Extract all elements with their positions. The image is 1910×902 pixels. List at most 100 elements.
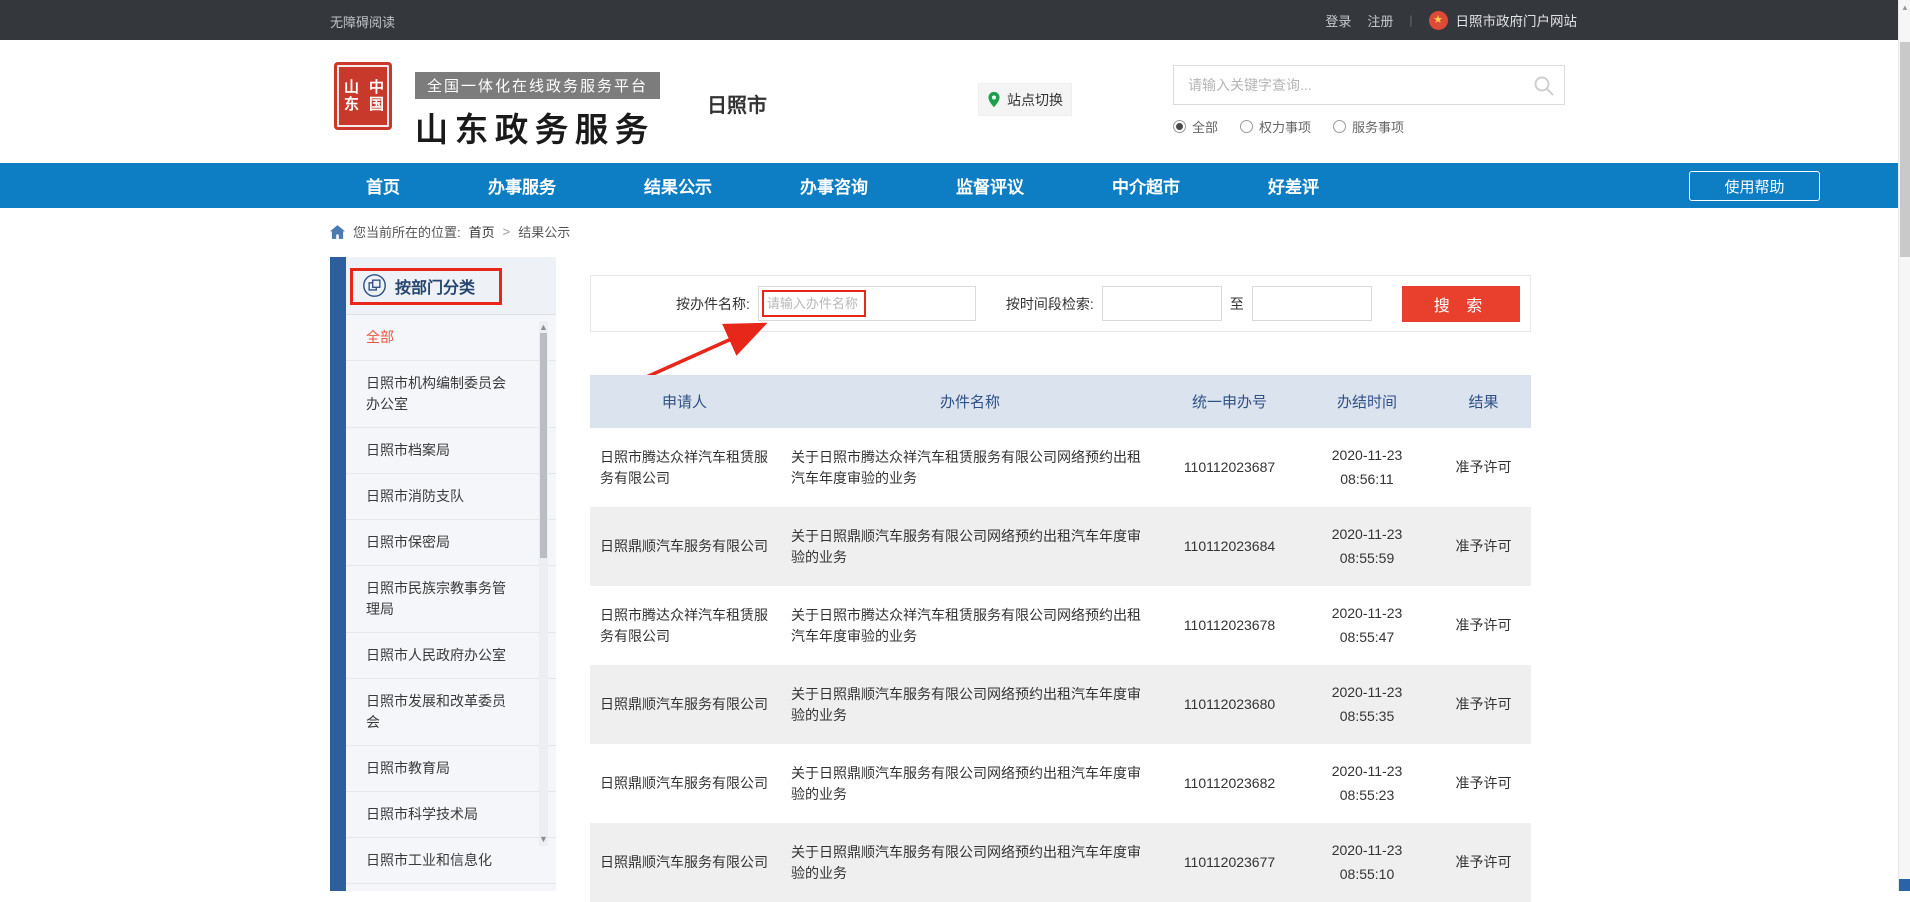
login-link[interactable]: 登录 [1325,11,1351,30]
breadcrumb-home-link[interactable]: 首页 [469,222,495,241]
sidebar-item-9[interactable]: 日照市科学技术局 [346,792,556,838]
site-header: 山东 中国 全国一体化在线政务服务平台 山东政务服务 日照市 站点切换 全部 权… [0,40,1910,163]
cell-case-name: 关于日照鼎顺汽车服务有限公司网络预约出租汽车年度审验的业务 [779,665,1161,744]
filter-panel: 按办件名称: 按时间段检索: 至 搜 索 [590,275,1531,332]
cell-applicant: 日照鼎顺汽车服务有限公司 [590,744,779,823]
results-table: 申请人 办件名称 统一申办号 办结时间 结果 日照市腾达众祥汽车租赁服务有限公司… [590,375,1531,902]
table-row[interactable]: 日照鼎顺汽车服务有限公司 关于日照鼎顺汽车服务有限公司网络预约出租汽车年度审验的… [590,744,1531,823]
site-switch-label: 站点切换 [1007,90,1063,110]
cell-applicant: 日照市腾达众祥汽车租赁服务有限公司 [590,586,779,665]
cell-result: 准予许可 [1436,428,1531,507]
col-result: 结果 [1436,375,1531,428]
col-apply-no: 统一申办号 [1161,375,1298,428]
location-pin-icon [987,91,1001,108]
scope-power-label: 权力事项 [1259,117,1311,136]
cell-result: 准予许可 [1436,507,1531,586]
accessibility-link[interactable]: 无障碍阅读 [330,12,395,31]
sidebar-item-all[interactable]: 全部 [346,315,556,361]
search-icon[interactable] [1532,74,1556,98]
brand-block: 全国一体化在线政务服务平台 山东政务服务 [415,72,660,151]
sidebar-item-10[interactable]: 日照市工业和信息化 [346,838,556,884]
sidebar-scrollbar[interactable]: ▲ ▼ [539,321,548,846]
cell-case-name: 关于日照鼎顺汽车服务有限公司网络预约出租汽车年度审验的业务 [779,507,1161,586]
nav-menu: 首页 办事服务 结果公示 办事咨询 监督评议 中介超市 好差评 [360,163,1325,208]
site-switch-button[interactable]: 站点切换 [978,83,1072,116]
sidebar-item-2[interactable]: 日照市档案局 [346,428,556,474]
register-link[interactable]: 注册 [1367,11,1393,30]
help-button[interactable]: 使用帮助 [1689,171,1820,201]
table-row[interactable]: 日照鼎顺汽车服务有限公司 关于日照鼎顺汽车服务有限公司网络预约出租汽车年度审验的… [590,507,1531,586]
sidebar-item-6[interactable]: 日照市人民政府办公室 [346,633,556,679]
annotation-box-sidebar [350,268,502,305]
sidebar-item-4[interactable]: 日照市保密局 [346,520,556,566]
cell-finish-time: 2020-11-2308:55:47 [1298,586,1436,665]
sidebar-item-7[interactable]: 日照市发展和改革委员会 [346,679,556,746]
topbar-right-group: 登录 注册 | ★ 日照市政府门户网站 [1325,0,1577,40]
cell-applicant: 日照鼎顺汽车服务有限公司 [590,823,779,902]
cell-result: 准予许可 [1436,586,1531,665]
scroll-up-icon[interactable]: ▲ [539,323,548,332]
scrollbar-up-icon[interactable]: ▲ [1899,3,1910,12]
cell-finish-time: 2020-11-2308:55:35 [1298,665,1436,744]
nav-item-supervision[interactable]: 监督评议 [950,173,1030,198]
scroll-down-icon[interactable]: ▼ [539,835,548,844]
sidebar-item-8[interactable]: 日照市教育局 [346,746,556,792]
date-to-input[interactable] [1252,286,1372,321]
radio-icon [1333,120,1346,133]
cell-case-name: 关于日照鼎顺汽车服务有限公司网络预约出租汽车年度审验的业务 [779,744,1161,823]
cell-case-name: 关于日照鼎顺汽车服务有限公司网络预约出租汽车年度审验的业务 [779,823,1161,902]
nav-item-consult[interactable]: 办事咨询 [794,173,874,198]
keyword-search-input[interactable] [1174,66,1564,104]
shandong-seal-logo: 山东 中国 [334,62,392,130]
portal-link[interactable]: ★ 日照市政府门户网站 [1429,10,1578,30]
cell-finish-time: 2020-11-2308:55:59 [1298,507,1436,586]
col-applicant: 申请人 [590,375,779,428]
date-to-wrap [1252,286,1372,321]
table-row[interactable]: 日照鼎顺汽车服务有限公司 关于日照鼎顺汽车服务有限公司网络预约出租汽车年度审验的… [590,665,1531,744]
topbar-divider: | [1409,13,1412,27]
time-filter-label: 按时间段检索: [1006,294,1094,314]
cell-result: 准予许可 [1436,665,1531,744]
breadcrumb-separator: > [503,224,511,239]
page-scrollbar[interactable]: ▲ [1898,0,1910,891]
cell-apply-no: 110112023680 [1161,665,1298,744]
platform-tagline: 全国一体化在线政务服务平台 [415,72,660,99]
search-button[interactable]: 搜 索 [1402,286,1520,322]
search-scope-radios: 全部 权力事项 服务事项 [1173,117,1404,136]
radio-checked-icon [1173,120,1186,133]
site-name: 山东政务服务 [415,103,660,151]
top-utility-bar: 无障碍阅读 登录 注册 | ★ 日照市政府门户网站 [0,0,1910,40]
scope-service-label: 服务事项 [1352,117,1404,136]
scope-power-items[interactable]: 权力事项 [1240,117,1311,136]
seal-left-text: 山东 [340,79,361,113]
department-sidebar: 按部门分类 全部 日照市机构编制委员会办公室 日照市档案局 日照市消防支队 日照… [330,257,556,891]
sidebar-scroll-thumb[interactable] [540,333,547,558]
cell-applicant: 日照鼎顺汽车服务有限公司 [590,507,779,586]
name-filter-label: 按办件名称: [676,294,750,314]
table-row[interactable]: 日照市腾达众祥汽车租赁服务有限公司 关于日照市腾达众祥汽车租赁服务有限公司网络预… [590,586,1531,665]
table-row[interactable]: 日照市腾达众祥汽车租赁服务有限公司 关于日照市腾达众祥汽车租赁服务有限公司网络预… [590,428,1531,507]
scope-all[interactable]: 全部 [1173,117,1218,136]
sidebar-item-5[interactable]: 日照市民族宗教事务管理局 [346,566,556,633]
nav-item-results[interactable]: 结果公示 [638,173,718,198]
cell-finish-time: 2020-11-2308:55:10 [1298,823,1436,902]
case-name-input[interactable] [758,286,976,321]
table-row[interactable]: 日照鼎顺汽车服务有限公司 关于日照鼎顺汽车服务有限公司网络预约出租汽车年度审验的… [590,823,1531,902]
scope-service-items[interactable]: 服务事项 [1333,117,1404,136]
cell-case-name: 关于日照市腾达众祥汽车租赁服务有限公司网络预约出租汽车年度审验的业务 [779,428,1161,507]
seal-right-text: 中国 [365,79,386,113]
cell-apply-no: 110112023684 [1161,507,1298,586]
sidebar-accent-strip [330,257,346,891]
page-scroll-thumb[interactable] [1900,42,1910,257]
sidebar-panel: 按部门分类 全部 日照市机构编制委员会办公室 日照市档案局 日照市消防支队 日照… [346,257,556,891]
results-main: 按办件名称: 按时间段检索: 至 搜 索 申请人 办件名称 统一 [590,258,1531,891]
nav-item-intermediary[interactable]: 中介超市 [1106,173,1186,198]
nav-item-services[interactable]: 办事服务 [482,173,562,198]
nav-item-rating[interactable]: 好差评 [1262,173,1325,198]
sidebar-item-1[interactable]: 日照市机构编制委员会办公室 [346,361,556,428]
nav-item-home[interactable]: 首页 [360,173,406,198]
table-header-row: 申请人 办件名称 统一申办号 办结时间 结果 [590,375,1531,428]
sidebar-item-3[interactable]: 日照市消防支队 [346,474,556,520]
date-from-input[interactable] [1102,286,1222,321]
name-input-wrap [758,286,976,321]
